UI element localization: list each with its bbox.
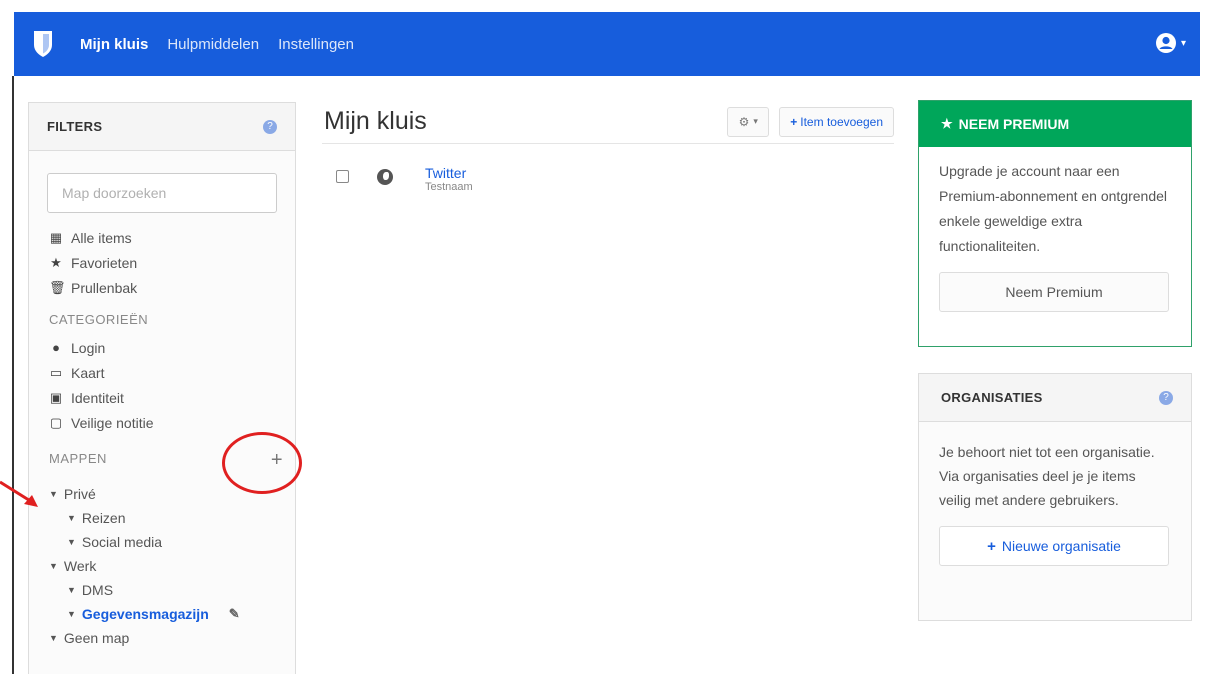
folder-search-input[interactable] xyxy=(47,173,277,213)
folder-item-dms[interactable]: ▼ DMS xyxy=(49,578,295,602)
add-item-label: Item toevoegen xyxy=(800,114,883,129)
frame-divider xyxy=(12,76,14,674)
user-icon xyxy=(1155,33,1176,53)
category-label: Identiteit xyxy=(71,389,124,406)
plus-icon: + xyxy=(790,114,798,129)
trash-icon: 🗑 xyxy=(49,279,66,295)
premium-header: ★ NEEM PREMIUM xyxy=(919,101,1191,147)
filter-label: Favorieten xyxy=(71,254,138,271)
bitwarden-logo-icon[interactable] xyxy=(32,30,54,58)
filter-label: Prullenbak xyxy=(71,279,138,296)
folder-item-werk[interactable]: ▼ Werk xyxy=(49,554,295,578)
caret-down-icon[interactable]: ▼ xyxy=(67,513,76,523)
filters-title: FILTERS xyxy=(47,119,103,134)
nav-my-vault[interactable]: Mijn kluis xyxy=(80,36,148,53)
chevron-down-icon: ▾ xyxy=(1180,37,1186,49)
add-item-button[interactable]: + Item toevoegen xyxy=(779,106,894,137)
folder-label: Gegevensmagazijn xyxy=(81,606,209,622)
category-card[interactable]: ▭ Kaart xyxy=(49,360,295,385)
folder-label: Privé xyxy=(63,486,96,502)
vault-main: Mijn kluis ⚙ ▾ + Item toevoegen Twitter … xyxy=(322,100,894,193)
item-checkbox[interactable] xyxy=(336,170,349,183)
item-name-link[interactable]: Twitter xyxy=(425,166,473,181)
globe-icon: ● xyxy=(52,340,60,355)
folder-label: Reizen xyxy=(81,510,126,526)
id-card-icon: ▣ xyxy=(49,389,63,405)
category-label: Login xyxy=(71,339,106,356)
premium-text: Upgrade je account naar een Premium-abon… xyxy=(939,163,1168,254)
filter-label: Alle items xyxy=(71,229,132,246)
folder-label: Geen map xyxy=(63,630,130,646)
caret-down-icon[interactable]: ▼ xyxy=(49,561,58,571)
help-icon[interactable]: ? xyxy=(263,119,277,134)
caret-down-icon[interactable]: ▼ xyxy=(67,585,76,595)
item-subtitle: Testnaam xyxy=(425,181,473,193)
filter-all-items[interactable]: ▦ Alle items xyxy=(49,225,295,250)
folder-item-gegevensmagazijn[interactable]: ▼ Gegevensmagazijn ✎ xyxy=(49,602,295,626)
filter-trash[interactable]: 🗑 Prullenbak xyxy=(49,275,295,300)
premium-body: Upgrade je account naar een Premium-abon… xyxy=(919,147,1191,312)
categories-heading: CATEGORIEËN xyxy=(49,312,283,327)
organizations-text: Je behoort niet tot een organisatie. Via… xyxy=(939,444,1155,508)
premium-card: ★ NEEM PREMIUM Upgrade je account naar e… xyxy=(918,100,1192,347)
caret-down-icon[interactable]: ▼ xyxy=(49,489,58,499)
grid-icon: ▦ xyxy=(49,229,63,245)
options-button[interactable]: ⚙ ▾ xyxy=(727,106,770,137)
plus-icon: + xyxy=(987,537,996,555)
organizations-title: ORGANISATIES xyxy=(941,390,1043,405)
annotation-circle xyxy=(222,432,302,494)
star-icon: ★ xyxy=(50,254,62,270)
categories-title: CATEGORIEËN xyxy=(49,312,149,327)
folder-label: Werk xyxy=(63,558,97,574)
filter-list: ▦ Alle items ★ Favorieten 🗑 Prullenbak xyxy=(29,225,295,300)
folder-item-social-media[interactable]: ▼ Social media xyxy=(49,530,295,554)
filter-favorites[interactable]: ★ Favorieten xyxy=(49,250,295,275)
annotation-arrow-icon xyxy=(0,480,38,507)
new-organization-button[interactable]: + Nieuwe organisatie xyxy=(939,526,1169,566)
chevron-down-icon: ▾ xyxy=(753,116,758,126)
organizations-body: Je behoort niet tot een organisatie. Via… xyxy=(919,422,1191,566)
organizations-header: ORGANISATIES ? xyxy=(919,374,1191,422)
premium-title: NEEM PREMIUM xyxy=(958,116,1070,132)
vault-item-row[interactable]: Twitter Testnaam xyxy=(322,144,894,193)
credit-card-icon: ▭ xyxy=(49,364,63,380)
caret-down-icon[interactable]: ▼ xyxy=(67,609,76,619)
gear-icon: ⚙ xyxy=(738,114,750,129)
new-organization-label: Nieuwe organisatie xyxy=(1001,538,1121,554)
nav-tools[interactable]: Hulpmiddelen xyxy=(167,36,259,53)
folders-title: MAPPEN xyxy=(49,451,107,466)
help-icon[interactable]: ? xyxy=(1159,390,1173,405)
nav-settings[interactable]: Instellingen xyxy=(278,36,354,53)
vault-header: Mijn kluis ⚙ ▾ + Item toevoegen xyxy=(322,100,894,144)
folder-label: DMS xyxy=(81,582,114,598)
globe-icon xyxy=(377,169,393,185)
star-icon: ★ xyxy=(941,116,953,131)
caret-down-icon[interactable]: ▼ xyxy=(67,537,76,547)
folder-item-reizen[interactable]: ▼ Reizen xyxy=(49,506,295,530)
caret-down-icon[interactable]: ▼ xyxy=(49,633,58,643)
category-list: ● Login ▭ Kaart ▣ Identiteit ▢ Veilige n… xyxy=(29,335,295,435)
folder-tree: ▼ Privé ▼ Reizen ▼ Social media ▼ Werk ▼… xyxy=(29,482,295,650)
filters-panel: FILTERS ? ▦ Alle items ★ Favorieten 🗑 Pr… xyxy=(28,102,296,674)
folder-label: Social media xyxy=(81,534,163,550)
page-title: Mijn kluis xyxy=(324,107,427,135)
folder-item-geen-map[interactable]: ▼ Geen map xyxy=(49,626,295,650)
user-menu[interactable]: ▾ xyxy=(1155,32,1186,54)
pencil-icon[interactable]: ✎ xyxy=(229,606,240,622)
get-premium-button[interactable]: Neem Premium xyxy=(939,272,1169,312)
category-label: Veilige notitie xyxy=(71,414,154,431)
note-icon: ▢ xyxy=(49,414,63,430)
category-login[interactable]: ● Login xyxy=(49,335,295,360)
organizations-card: ORGANISATIES ? Je behoort niet tot een o… xyxy=(918,373,1192,621)
category-label: Kaart xyxy=(71,364,105,381)
filters-header: FILTERS ? xyxy=(29,103,295,151)
top-navbar: Mijn kluis Hulpmiddelen Instellingen ▾ xyxy=(14,12,1200,76)
category-identity[interactable]: ▣ Identiteit xyxy=(49,385,295,410)
item-text: Twitter Testnaam xyxy=(425,166,473,194)
